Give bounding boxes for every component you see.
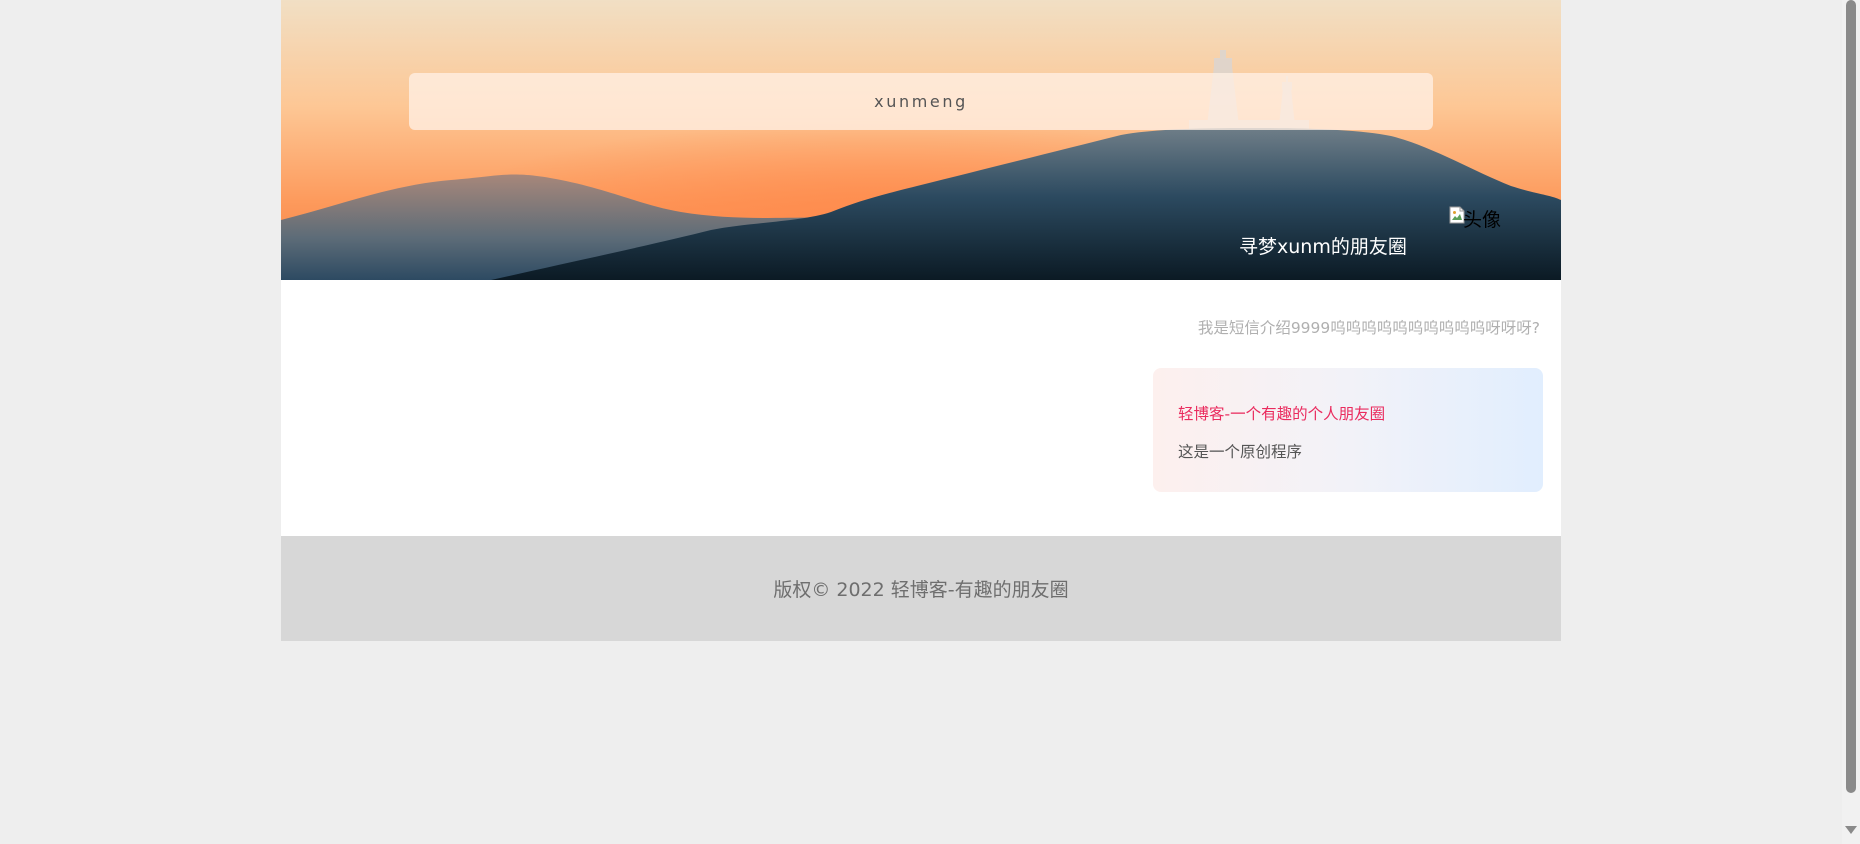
site-title-box: xunmeng [409, 73, 1433, 130]
chevron-down-icon[interactable] [1845, 826, 1857, 834]
post-card-title[interactable]: 轻博客-一个有趣的个人朋友圈 [1178, 402, 1385, 424]
footer-copyright: 版权© 2022 轻博客-有趣的朋友圈 [773, 579, 1069, 601]
post-card[interactable]: 轻博客-一个有趣的个人朋友圈 这是一个原创程序 [1153, 368, 1543, 492]
cover-banner: xunmeng 寻梦xunm的朋友圈 头像 [281, 0, 1561, 280]
scrollbar-thumb[interactable] [1846, 0, 1856, 793]
avatar-alt-text: 头像 [1463, 209, 1502, 231]
footer: 版权© 2022 轻博客-有趣的朋友圈 [281, 536, 1561, 641]
page-container: xunmeng 寻梦xunm的朋友圈 头像 我是短信介绍9999呜呜呜呜呜呜呜呜… [281, 0, 1561, 641]
site-title: xunmeng [874, 92, 968, 111]
profile-intro: 我是短信介绍9999呜呜呜呜呜呜呜呜呜呜呀呀呀? [1197, 319, 1540, 337]
vertical-scrollbar[interactable] [1842, 0, 1860, 844]
post-card-description: 这是一个原创程序 [1178, 443, 1303, 461]
user-nickname: 寻梦xunm的朋友圈 [1239, 236, 1407, 258]
avatar[interactable]: 头像 [1449, 205, 1537, 280]
